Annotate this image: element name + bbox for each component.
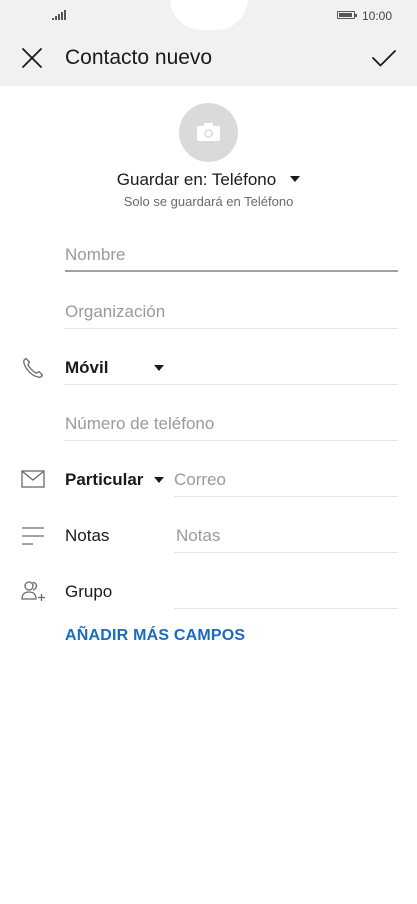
battery-icon — [337, 11, 357, 19]
notes-icon — [22, 527, 44, 545]
organization-field-underline — [65, 328, 398, 329]
chevron-down-icon — [154, 477, 164, 483]
close-icon — [22, 48, 42, 68]
name-field-underline — [65, 270, 398, 272]
status-bar: 10:00 — [0, 0, 417, 32]
phone-type-underline — [65, 384, 398, 385]
organization-placeholder: Organización — [65, 302, 166, 321]
chevron-down-icon — [154, 365, 164, 371]
email-field[interactable]: Correo — [174, 470, 398, 490]
add-more-fields-button[interactable]: AÑADIR MÁS CAMPOS — [65, 627, 245, 645]
checkmark-icon — [372, 50, 396, 67]
camera-icon — [197, 123, 220, 141]
name-field[interactable]: Nombre — [65, 245, 398, 265]
mail-icon — [21, 470, 45, 488]
save-location-dropdown[interactable]: Guardar en: Teléfono — [0, 170, 417, 190]
camera-notch — [170, 0, 248, 30]
page-title: Contacto nuevo — [65, 46, 213, 69]
notes-placeholder: Notas — [176, 526, 221, 545]
group-field-underline — [174, 608, 398, 609]
phone-number-field[interactable]: Número de teléfono — [65, 414, 398, 434]
phone-icon — [23, 357, 44, 378]
chevron-down-icon — [290, 176, 301, 182]
notes-label: Notas — [65, 526, 110, 545]
status-time: 10:00 — [362, 9, 393, 23]
phone-number-placeholder: Número de teléfono — [65, 414, 215, 433]
header-area: 10:00 Contacto nuevo — [0, 0, 417, 86]
save-location-note: Solo se guardará en Teléfono — [123, 194, 294, 209]
save-location-label: Guardar en: Teléfono — [116, 170, 277, 189]
signal-icon — [52, 10, 66, 20]
email-placeholder: Correo — [174, 470, 226, 489]
group-field[interactable]: Grupo — [65, 582, 112, 602]
save-button[interactable] — [370, 44, 398, 72]
group-icon — [21, 581, 45, 601]
close-button[interactable] — [18, 44, 46, 72]
phone-number-underline — [65, 440, 398, 441]
add-photo-button[interactable] — [179, 103, 238, 162]
notes-field[interactable]: Notas — [176, 526, 398, 546]
email-field-underline — [174, 496, 398, 497]
organization-field[interactable]: Organización — [65, 302, 398, 322]
phone-type-dropdown[interactable]: Móvil — [65, 358, 108, 378]
email-type-dropdown[interactable]: Particular — [65, 470, 143, 490]
name-placeholder: Nombre — [65, 245, 126, 264]
toolbar: Contacto nuevo — [0, 36, 417, 80]
notes-field-underline — [174, 552, 398, 553]
